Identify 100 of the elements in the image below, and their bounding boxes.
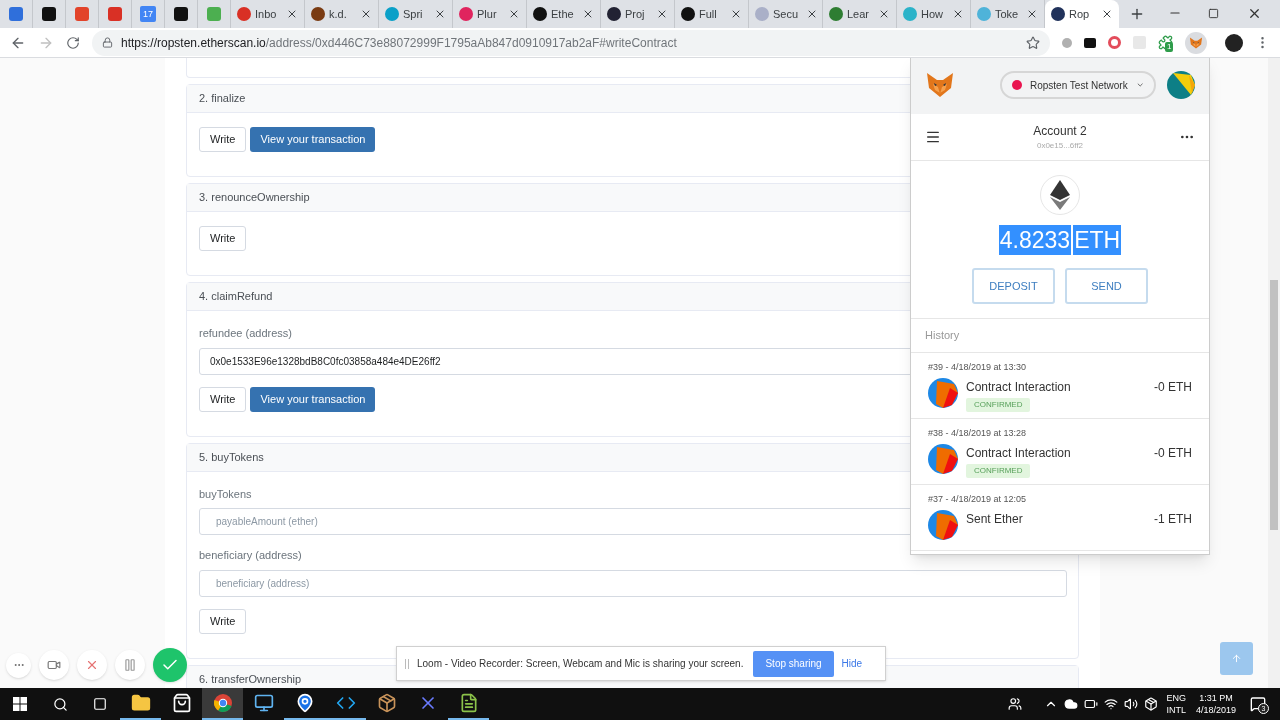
- network-dropdown[interactable]: Ropsten Test Network: [1000, 71, 1156, 99]
- people-icon[interactable]: [1008, 697, 1023, 711]
- close-icon[interactable]: [952, 8, 964, 20]
- volume-icon[interactable]: [1124, 697, 1139, 711]
- close-icon[interactable]: [730, 8, 742, 20]
- identicon-icon: [928, 509, 958, 540]
- new-tab-icon[interactable]: [1129, 6, 1145, 22]
- sharing-message: Loom - Video Recorder: Screen, Webcam and Mic is sharing your screen.: [417, 657, 744, 671]
- tab-title: How: [921, 6, 943, 22]
- wifi-icon[interactable]: [1104, 697, 1119, 711]
- balance-unit: ETH: [1073, 225, 1122, 255]
- package-icon: [376, 693, 397, 713]
- search-icon[interactable]: [52, 696, 68, 712]
- close-icon[interactable]: [286, 8, 298, 20]
- write-button[interactable]: Write: [199, 386, 247, 412]
- menu-icon[interactable]: [925, 129, 941, 145]
- close-icon: [85, 658, 99, 672]
- bookmark-star-icon[interactable]: [1026, 35, 1040, 50]
- clock-date[interactable]: 4/18/2019: [1195, 704, 1236, 716]
- function-title: 3. renounceOwnership: [199, 190, 310, 206]
- keyboard-layout[interactable]: INTL: [1166, 704, 1186, 716]
- transaction-meta: #37 - 4/18/2019 at 12:05: [928, 493, 1028, 506]
- tab-title: Plur: [477, 6, 497, 22]
- write-button[interactable]: Write: [199, 226, 247, 251]
- transaction-title: Contract Interaction: [966, 444, 1072, 462]
- monitor-icon: [253, 693, 274, 713]
- hide-link[interactable]: Hide: [841, 656, 863, 671]
- transaction-title: Sent Ether: [966, 510, 1024, 528]
- reload-icon[interactable]: [66, 35, 80, 50]
- view-transaction-button[interactable]: View your transaction: [250, 127, 376, 152]
- pause-icon: [123, 658, 137, 672]
- scrollbar[interactable]: [1268, 58, 1280, 688]
- tab-title: k.d.: [329, 6, 347, 22]
- close-icon[interactable]: [508, 8, 520, 20]
- close-icon[interactable]: [878, 8, 890, 20]
- task-view-icon[interactable]: [93, 697, 107, 711]
- function-title: 4. claimRefund: [199, 289, 273, 305]
- taskbar-app[interactable]: [202, 688, 243, 720]
- tab-title: Inbo: [255, 6, 277, 22]
- transaction-meta: #38 - 4/18/2019 at 13:28: [928, 427, 1028, 440]
- field-label: refundee (address): [199, 326, 292, 341]
- view-transaction-button[interactable]: View your transaction: [250, 386, 376, 412]
- transaction-row[interactable]: #37 - 4/18/2019 at 12:05 Sent Ether -1 ETH: [911, 485, 1209, 551]
- write-button[interactable]: Write: [199, 127, 247, 152]
- drag-handle-icon[interactable]: [405, 658, 409, 669]
- deposit-button[interactable]: DEPOSIT: [972, 268, 1055, 304]
- close-icon[interactable]: [434, 8, 446, 20]
- folder-icon: [130, 693, 151, 713]
- field-label: buyTokens: [199, 486, 252, 502]
- battery-icon[interactable]: [1084, 697, 1099, 711]
- account-avatar-icon[interactable]: [1167, 71, 1195, 99]
- camera-button[interactable]: [39, 650, 69, 680]
- ethereum-icon: [1050, 180, 1070, 210]
- close-icon[interactable]: [1101, 8, 1113, 20]
- tab-title: Spri: [403, 6, 423, 22]
- transaction-row[interactable]: #39 - 4/18/2019 at 13:30 Contract Interaction CONFIRMED -0 ETH: [911, 353, 1209, 419]
- chrome-icon: [212, 693, 233, 713]
- input-field[interactable]: beneficiary (address): [199, 569, 1067, 597]
- function-title: 6. transferOwnership: [199, 671, 302, 687]
- transaction-title: Contract Interaction: [966, 378, 1072, 396]
- identicon-icon: [928, 377, 958, 408]
- avatar-icon[interactable]: [1225, 33, 1243, 52]
- tab-title: Full: [699, 6, 717, 22]
- tab-title: Lear: [847, 6, 870, 22]
- lock-icon: [102, 37, 113, 48]
- close-icon[interactable]: [360, 8, 372, 20]
- balance-amount: 4.8233: [998, 225, 1072, 255]
- status-badge: CONFIRMED: [966, 463, 1031, 478]
- cloud-icon[interactable]: [1064, 697, 1079, 711]
- fox-logo-icon: [1189, 35, 1203, 50]
- write-button[interactable]: Write: [199, 608, 247, 634]
- clock-time[interactable]: 1:31 PM: [1199, 692, 1233, 704]
- tab-title: Rop: [1069, 6, 1090, 22]
- field-label: beneficiary (address): [199, 548, 302, 563]
- close-icon[interactable]: [1247, 6, 1262, 21]
- transaction-amount: -0 ETH: [1154, 378, 1192, 396]
- windows-logo-icon[interactable]: [13, 697, 27, 711]
- identicon-icon: [928, 443, 958, 474]
- shopping-bag-icon: [171, 693, 192, 713]
- close-icon[interactable]: [582, 8, 594, 20]
- address-field[interactable]: https://ropsten.etherscan.io/address/0xd446C73e88072999F1795aAb847d0910917ab2aF#writeContract: [92, 29, 1050, 56]
- language-code[interactable]: ENG: [1166, 692, 1186, 704]
- maximize-icon[interactable]: [1208, 8, 1219, 19]
- fox-logo-icon: [925, 70, 955, 100]
- function-title: 5. buyTokens: [199, 449, 264, 465]
- send-button[interactable]: SEND: [1065, 268, 1148, 304]
- transaction-row[interactable]: #38 - 4/18/2019 at 13:28 Contract Interaction CONFIRMED -0 ETH: [911, 419, 1209, 485]
- account-name: Account 2: [1033, 123, 1087, 140]
- extension-icon[interactable]: [1084, 37, 1096, 48]
- tab-title: Ethe: [551, 6, 574, 22]
- url-text: https://ropsten.etherscan.io/address/0xd446C73e88072999F1795aAb847d0910917ab2aF#writeContract: [121, 34, 678, 52]
- extension-button[interactable]: [1185, 31, 1207, 54]
- transaction-amount: -1 ETH: [1154, 510, 1192, 528]
- tab-title: Toke: [995, 6, 1019, 22]
- browser-tab[interactable]: Rop: [1045, 0, 1119, 28]
- arrow-up-icon: [1231, 653, 1242, 664]
- status-badge: CONFIRMED: [966, 397, 1031, 412]
- close-icon[interactable]: [656, 8, 668, 20]
- tab-title: Secu: [773, 6, 799, 22]
- function-title: 2. finalize: [199, 91, 246, 107]
